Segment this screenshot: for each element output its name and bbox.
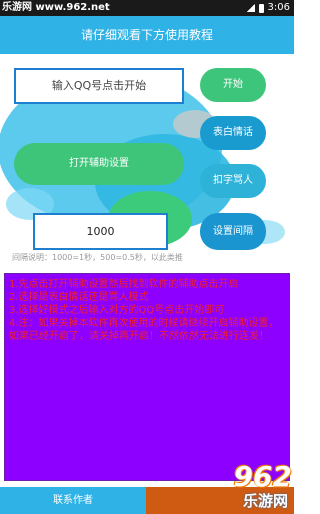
qq-number-input[interactable]: 输入QQ号点击开始 [14,68,184,104]
status-icons: 3:06 [246,1,290,15]
status-time: 3:06 [267,2,290,13]
instruction-step-1: 1.先点击打开辅助设置然后找到软件的辅助点击开启 [9,279,239,290]
open-accessibility-button[interactable]: 打开辅助设置 [14,143,184,185]
battery-icon [258,3,264,13]
set-interval-button[interactable]: 设置间隔 [200,213,266,250]
interval-help-text: 间隔说明：1000=1秒，500=0.5秒，以此类推 [12,253,183,262]
interval-input[interactable]: 1000 [33,213,168,250]
instruction-step-3: 3.选择好模式之后输入对方的QQ号点击开始即可 [9,305,225,316]
page-title: 请仔细观看下方使用教程 [80,28,213,42]
app-header: 请仔细观看下方使用教程 [0,16,294,54]
instruction-step-2: 2.选择是表白情话还是骂人模式 [9,292,149,303]
watermark-sub: 乐游网 [242,492,288,510]
confess-mode-button[interactable]: 表白情话 [200,116,266,150]
watermark-brand: 962 [233,460,292,493]
instructions-panel: 1.先点击打开辅助设置然后找到软件的辅助点击开启 2.选择是表白情话还是骂人模式… [4,273,290,481]
instruction-note: 4.注：如果关掉本软件再次使用的时候请继续开启辅助设置，如果已经开启了，请关掉再… [9,318,279,342]
status-bar: 乐游网 www.962.net 3:06 [0,0,294,16]
site-tag: 乐游网 www.962.net [2,2,110,13]
watermark-logo: 962 乐游网 [120,456,292,510]
start-button[interactable]: 开始 [200,68,266,102]
signal-icon [246,4,255,12]
curse-mode-button[interactable]: 扣字骂人 [200,164,266,198]
